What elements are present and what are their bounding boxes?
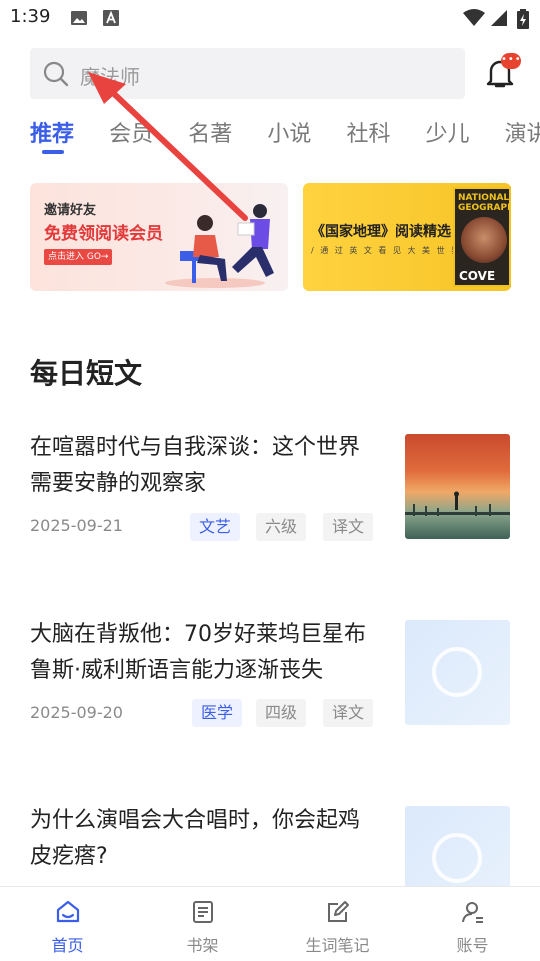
cover-portrait bbox=[461, 217, 507, 263]
status-bar: 1:39 bbox=[0, 0, 540, 36]
tab-speeches[interactable]: 演讲 bbox=[505, 116, 540, 148]
bookshelf-icon bbox=[193, 901, 213, 923]
article-date: 2025-09-20 bbox=[30, 703, 123, 722]
nav-account[interactable]: 账号 bbox=[405, 887, 540, 961]
nav-home[interactable]: 首页 bbox=[0, 887, 135, 961]
translation-tag: 译文 bbox=[323, 513, 373, 541]
banner-subline: / 通 过 英 文 看 见 大 美 世 界 / bbox=[311, 246, 471, 255]
image-icon bbox=[71, 11, 87, 25]
battery-charging-icon bbox=[517, 9, 529, 29]
tab-recommend[interactable]: 推荐 bbox=[30, 116, 74, 154]
home-icon bbox=[56, 900, 80, 923]
level-tag: 六级 bbox=[256, 513, 306, 541]
article-thumbnail-placeholder bbox=[405, 620, 510, 725]
status-time: 1:39 bbox=[10, 6, 51, 27]
nav-vocabulary-notes[interactable]: 生词笔记 bbox=[270, 887, 405, 961]
magazine-cover: NATIONAL GEOGRAPHIC COVE bbox=[453, 187, 511, 287]
nav-label: 生词笔记 bbox=[305, 936, 370, 955]
search-icon bbox=[43, 61, 69, 87]
magazine-title: NATIONAL GEOGRAPHIC bbox=[458, 193, 510, 213]
bottom-navigation: 首页 书架 生词笔记 账号 bbox=[0, 886, 540, 961]
search-bar[interactable]: 魔法师 bbox=[30, 48, 465, 99]
invite-friends-banner[interactable]: 邀请好友 免费领阅读会员 点击进入 GO→ bbox=[30, 183, 288, 291]
account-icon bbox=[462, 902, 483, 923]
category-tabs: 推荐 会员 名著 小说 社科 少儿 演讲 bbox=[30, 116, 540, 160]
loading-icon bbox=[432, 647, 482, 697]
translation-tag: 译文 bbox=[323, 699, 373, 727]
banner-headline: 《国家地理》阅读精选 bbox=[311, 224, 451, 240]
loading-icon bbox=[432, 833, 482, 883]
article-thumbnail bbox=[405, 434, 510, 539]
nav-bookshelf[interactable]: 书架 bbox=[135, 887, 270, 961]
nav-label: 账号 bbox=[456, 936, 489, 955]
magazine-cover-text: COVE bbox=[459, 269, 496, 283]
article-title: 在喧嚣时代与自我深谈：这个世界需要安静的观察家 bbox=[30, 435, 361, 496]
reading-people-illustration bbox=[165, 204, 274, 288]
banner-headline: 邀请好友 bbox=[44, 203, 97, 218]
notification-badge: ••• bbox=[501, 53, 521, 69]
search-placeholder: 魔法师 bbox=[80, 65, 140, 89]
level-tag: 四级 bbox=[256, 699, 306, 727]
list-item[interactable]: 大脑在背叛他：70岁好莱坞巨星布鲁斯·威利斯语言能力逐渐丧失 2025-09-2… bbox=[30, 617, 510, 737]
nav-label: 首页 bbox=[51, 936, 84, 955]
banner-cta: 点击进入 GO→ bbox=[44, 249, 113, 265]
nav-label: 书架 bbox=[186, 936, 219, 955]
tab-member[interactable]: 会员 bbox=[109, 116, 153, 148]
edit-note-icon bbox=[328, 901, 349, 922]
list-item[interactable]: 在喧嚣时代与自我深谈：这个世界需要安静的观察家 2025-09-21 文艺 六级… bbox=[30, 430, 510, 550]
article-date: 2025-09-21 bbox=[30, 516, 123, 535]
national-geographic-banner[interactable]: 《国家地理》阅读精选 / 通 过 英 文 看 见 大 美 世 界 / NATIO… bbox=[303, 183, 511, 291]
section-title: 每日短文 bbox=[30, 357, 143, 390]
banner-offer: 免费领阅读会员 bbox=[44, 224, 163, 244]
category-tag: 医学 bbox=[192, 699, 242, 727]
tab-novels[interactable]: 小说 bbox=[267, 116, 311, 148]
signal-icon bbox=[491, 10, 507, 26]
tab-social-science[interactable]: 社科 bbox=[346, 116, 390, 148]
wifi-icon bbox=[463, 9, 485, 26]
tab-children[interactable]: 少儿 bbox=[426, 116, 470, 148]
text-app-icon bbox=[103, 10, 119, 26]
tab-classics[interactable]: 名著 bbox=[188, 116, 232, 148]
article-title: 为什么演唱会大合唱时，你会起鸡皮疙瘩? bbox=[30, 808, 361, 869]
category-tag: 文艺 bbox=[190, 513, 240, 541]
list-item[interactable]: 为什么演唱会大合唱时，你会起鸡皮疙瘩? bbox=[30, 803, 510, 911]
article-title: 大脑在背叛他：70岁好莱坞巨星布鲁斯·威利斯语言能力逐渐丧失 bbox=[30, 622, 366, 683]
